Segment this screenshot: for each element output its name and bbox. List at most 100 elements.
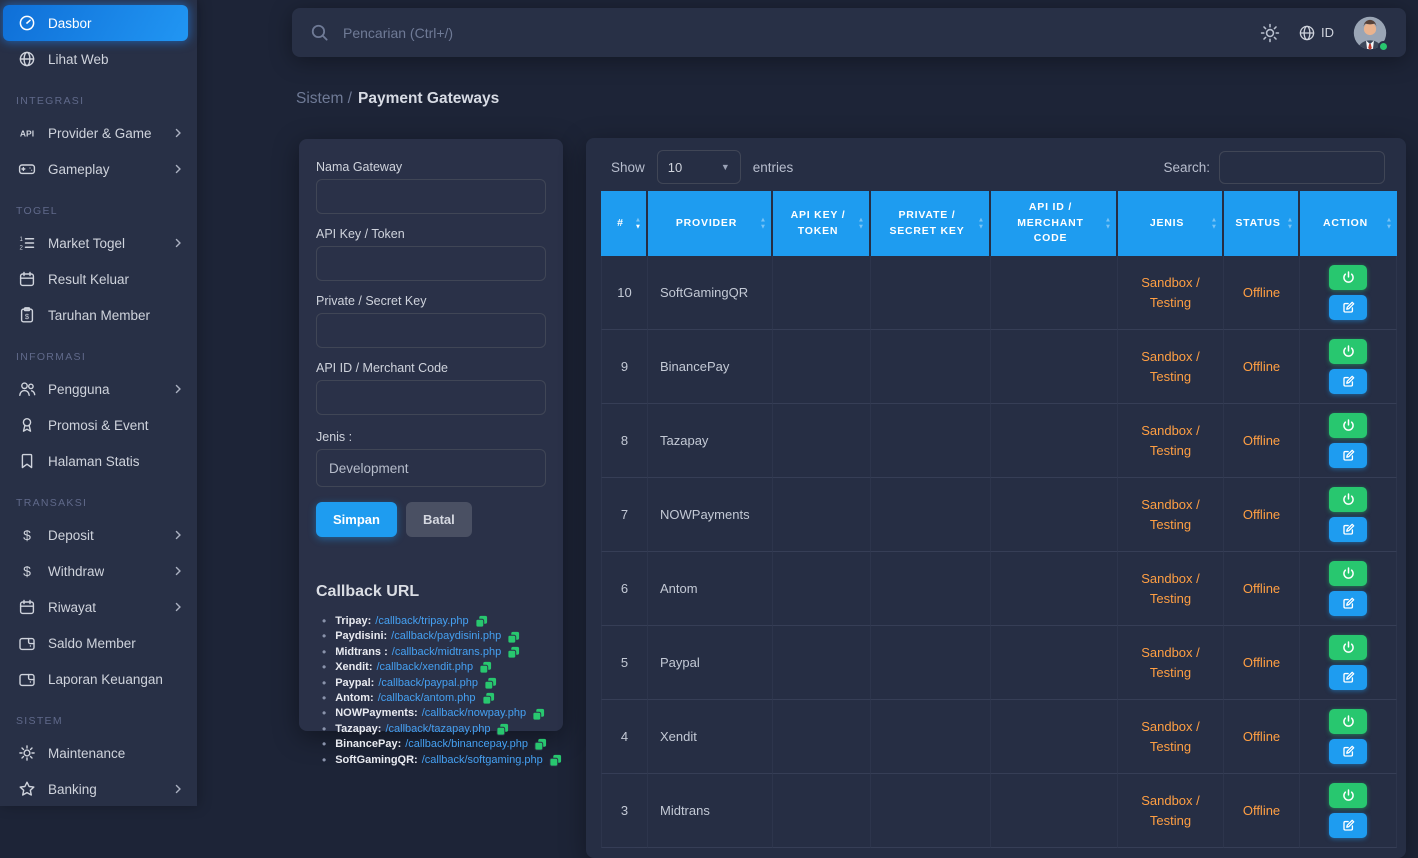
cancel-button[interactable]: Batal xyxy=(406,502,472,537)
column-header-num[interactable]: #▲▼ xyxy=(601,191,648,256)
action-cell xyxy=(1300,700,1397,774)
copy-icon[interactable] xyxy=(507,646,520,659)
callback-link[interactable]: /callback/tazapay.php xyxy=(385,722,490,737)
edit-button[interactable] xyxy=(1329,739,1367,764)
toggle-power-button[interactable] xyxy=(1329,635,1367,660)
toggle-power-button[interactable] xyxy=(1329,487,1367,512)
wallet-icon xyxy=(16,633,38,653)
copy-icon[interactable] xyxy=(475,615,488,628)
sort-icons: ▲▼ xyxy=(635,217,642,230)
sidebar-item-gameplay[interactable]: Gameplay xyxy=(0,151,197,187)
edit-button[interactable] xyxy=(1329,591,1367,616)
provider-cell: Paypal xyxy=(648,626,773,700)
sidebar-item-withdraw[interactable]: $ Withdraw xyxy=(0,553,197,589)
calendar-icon xyxy=(16,269,38,289)
sidebar-item-label: Promosi & Event xyxy=(48,418,149,433)
sidebar-item-laporan-keuangan[interactable]: Laporan Keuangan xyxy=(0,661,197,697)
sidebar-item-promosi-event[interactable]: Promosi & Event xyxy=(0,407,197,443)
column-header-status[interactable]: STATUS▲▼ xyxy=(1224,191,1300,256)
global-search-input[interactable] xyxy=(341,24,1260,42)
secret-key-input[interactable] xyxy=(316,313,546,348)
callback-name: Xendit: xyxy=(335,660,372,675)
toggle-power-button[interactable] xyxy=(1329,783,1367,808)
breadcrumb: Sistem /Payment Gateways xyxy=(296,90,499,108)
sidebar-item-dasbor[interactable]: Dasbor xyxy=(3,5,188,41)
column-header-api-key[interactable]: API KEY / TOKEN▲▼ xyxy=(773,191,871,256)
merchant-code-input[interactable] xyxy=(316,380,546,415)
column-header-secret-key[interactable]: PRIVATE / SECRET KEY▲▼ xyxy=(871,191,991,256)
save-button[interactable]: Simpan xyxy=(316,502,397,537)
toggle-power-button[interactable] xyxy=(1329,413,1367,438)
copy-icon[interactable] xyxy=(479,661,492,674)
status-cell: Offline xyxy=(1224,404,1300,478)
sidebar-item-maintenance[interactable]: Maintenance xyxy=(0,735,197,771)
sidebar-item-lihat-web[interactable]: Lihat Web xyxy=(0,41,197,77)
callback-link[interactable]: /callback/nowpay.php xyxy=(422,706,526,721)
toggle-power-button[interactable] xyxy=(1329,339,1367,364)
nama-gateway-input[interactable] xyxy=(316,179,546,214)
sidebar-item-provider-game[interactable]: API Provider & Game xyxy=(0,115,197,151)
chevron-right-icon xyxy=(171,236,185,250)
callback-link[interactable]: /callback/paydisini.php xyxy=(391,629,501,644)
sidebar-section-transaksi: TRANSAKSI xyxy=(0,495,197,511)
language-selector[interactable]: ID xyxy=(1298,24,1334,42)
provider-cell: Tazapay xyxy=(648,404,773,478)
toggle-power-button[interactable] xyxy=(1329,265,1367,290)
gateways-table-card: Show 10 ▼ entries Search: #▲▼ PROVIDER▲▼… xyxy=(586,138,1406,858)
column-header-jenis[interactable]: JENIS▲▼ xyxy=(1118,191,1224,256)
copy-icon[interactable] xyxy=(484,677,497,690)
copy-icon[interactable] xyxy=(507,631,520,644)
toggle-power-button[interactable] xyxy=(1329,561,1367,586)
jenis-cell: Sandbox / Testing xyxy=(1118,404,1224,478)
copy-icon[interactable] xyxy=(534,738,547,751)
sidebar-item-halaman-statis[interactable]: Halaman Statis xyxy=(0,443,197,479)
callback-link[interactable]: /callback/binancepay.php xyxy=(405,737,528,752)
callback-name: Paypal: xyxy=(335,676,374,691)
edit-button[interactable] xyxy=(1329,517,1367,542)
edit-button[interactable] xyxy=(1329,443,1367,468)
table-row: 7 NOWPayments Sandbox / Testing Offline xyxy=(601,478,1397,552)
star-icon xyxy=(16,779,38,799)
callback-link[interactable]: /callback/paypal.php xyxy=(378,676,478,691)
callback-link[interactable]: /callback/xendit.php xyxy=(376,660,473,675)
table-row: 4 Xendit Sandbox / Testing Offline xyxy=(601,700,1397,774)
table-search-input[interactable] xyxy=(1219,151,1385,184)
sidebar-item-label: Deposit xyxy=(48,528,94,543)
breadcrumb-section[interactable]: Sistem / xyxy=(296,90,352,107)
provider-cell: BinancePay xyxy=(648,330,773,404)
sidebar-item-market-togel[interactable]: 12 Market Togel xyxy=(0,225,197,261)
copy-icon[interactable] xyxy=(532,708,545,721)
sidebar-item-saldo-member[interactable]: Saldo Member xyxy=(0,625,197,661)
column-header-merchant-code[interactable]: API ID / MERCHANT CODE▲▼ xyxy=(991,191,1118,256)
copy-icon[interactable] xyxy=(549,754,562,767)
sidebar-item-riwayat[interactable]: Riwayat xyxy=(0,589,197,625)
sidebar-item-deposit[interactable]: $ Deposit xyxy=(0,517,197,553)
edit-button[interactable] xyxy=(1329,813,1367,838)
callback-link[interactable]: /callback/softgaming.php xyxy=(422,753,543,768)
column-header-provider[interactable]: PROVIDER▲▼ xyxy=(648,191,773,256)
sidebar-item-taruhan-member[interactable]: $ Taruhan Member xyxy=(0,297,197,333)
callback-link[interactable]: /callback/tripay.php xyxy=(375,614,468,629)
callback-link[interactable]: /callback/antom.php xyxy=(378,691,476,706)
user-avatar[interactable] xyxy=(1352,15,1388,51)
gateway-form-card: Nama Gateway API Key / Token Private / S… xyxy=(299,139,563,731)
theme-toggle-sun-icon[interactable] xyxy=(1260,23,1280,43)
edit-button[interactable] xyxy=(1329,369,1367,394)
api-key-input[interactable] xyxy=(316,246,546,281)
toggle-power-button[interactable] xyxy=(1329,709,1367,734)
callback-link[interactable]: /callback/midtrans.php xyxy=(392,645,501,660)
column-header-action[interactable]: ACTION▲▼ xyxy=(1300,191,1397,256)
callback-url-list: •Tripay:/callback/tripay.php •Paydisini:… xyxy=(316,614,546,768)
sidebar-item-banking[interactable]: Banking xyxy=(0,771,197,807)
copy-icon[interactable] xyxy=(496,723,509,736)
copy-icon[interactable] xyxy=(482,692,495,705)
page-size-select[interactable]: 10 ▼ xyxy=(657,150,741,184)
sidebar-item-pengguna[interactable]: Pengguna xyxy=(0,371,197,407)
sort-icons: ▲▼ xyxy=(858,217,865,230)
status-cell: Offline xyxy=(1224,478,1300,552)
jenis-select[interactable]: Development xyxy=(316,449,546,487)
edit-button[interactable] xyxy=(1329,665,1367,690)
sidebar-section-informasi: INFORMASI xyxy=(0,349,197,365)
sidebar-item-result-keluar[interactable]: Result Keluar xyxy=(0,261,197,297)
edit-button[interactable] xyxy=(1329,295,1367,320)
